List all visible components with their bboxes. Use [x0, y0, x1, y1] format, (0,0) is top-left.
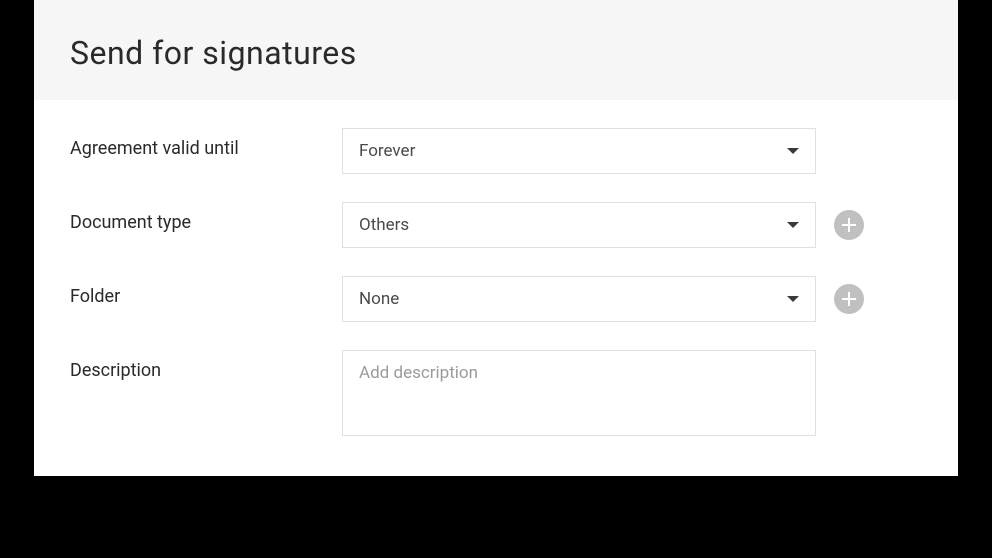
select-folder[interactable]: None — [342, 276, 816, 322]
description-textarea[interactable] — [342, 350, 816, 436]
select-document-type[interactable]: Others — [342, 202, 816, 248]
control-description — [342, 350, 922, 436]
control-agreement-valid: Forever — [342, 128, 922, 174]
form-body: Agreement valid until Forever Document t… — [34, 100, 958, 476]
select-agreement-valid[interactable]: Forever — [342, 128, 816, 174]
page-title: Send for signatures — [70, 34, 922, 72]
row-folder: Folder None — [70, 276, 922, 322]
select-folder-value: None — [359, 289, 399, 309]
add-folder-button[interactable] — [834, 284, 864, 314]
row-agreement-valid: Agreement valid until Forever — [70, 128, 922, 174]
select-agreement-valid-value: Forever — [359, 141, 415, 161]
row-document-type: Document type Others — [70, 202, 922, 248]
label-folder: Folder — [70, 276, 342, 307]
select-document-type-value: Others — [359, 215, 409, 235]
label-description: Description — [70, 350, 342, 381]
label-agreement-valid: Agreement valid until — [70, 128, 342, 159]
caret-down-icon — [787, 222, 799, 228]
panel-header: Send for signatures — [34, 0, 958, 100]
row-description: Description — [70, 350, 922, 436]
caret-down-icon — [787, 296, 799, 302]
send-signatures-panel: Send for signatures Agreement valid unti… — [34, 0, 958, 476]
control-document-type: Others — [342, 202, 922, 248]
add-document-type-button[interactable] — [834, 210, 864, 240]
control-folder: None — [342, 276, 922, 322]
label-document-type: Document type — [70, 202, 342, 233]
caret-down-icon — [787, 148, 799, 154]
